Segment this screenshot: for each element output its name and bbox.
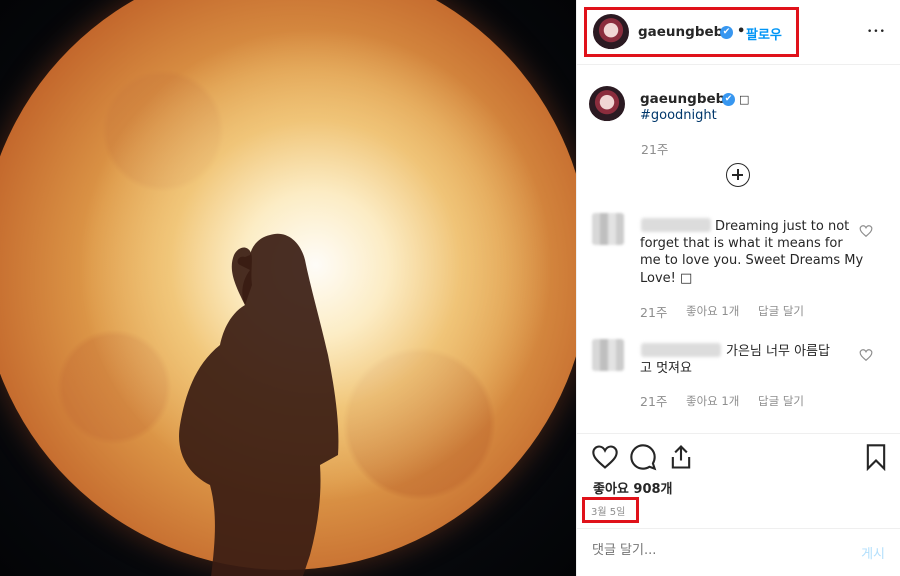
comment-text: Dreaming just to not (715, 219, 850, 234)
follow-button[interactable]: 팔로우 (746, 24, 782, 43)
heart-icon[interactable] (591, 443, 619, 471)
comment-text: 가은님 너무 아름답 (726, 344, 830, 359)
comment-bubble-icon[interactable] (629, 443, 657, 471)
add-comment-input[interactable] (592, 543, 822, 558)
comment-username-blurred[interactable] (641, 343, 721, 357)
comment-like-heart-icon[interactable] (859, 224, 873, 238)
header-username[interactable]: gaeungbebe (638, 24, 732, 40)
post-photo[interactable] (0, 0, 576, 576)
header-separator: • (737, 24, 746, 39)
comment-reply-button[interactable]: 답글 달기 (758, 303, 804, 319)
post-comment-button[interactable]: 게시 (861, 543, 885, 562)
bookmark-icon[interactable] (862, 443, 890, 471)
load-more-comments-icon[interactable] (726, 163, 750, 187)
comment-like-heart-icon[interactable] (859, 348, 873, 362)
comment-likes-count[interactable]: 좋아요 1개 (686, 303, 739, 319)
post-header: gaeungbebe ✔ • 팔로우 ••• (577, 0, 900, 65)
verified-badge-icon: ✔ (720, 26, 733, 39)
comment-time: 21주 (640, 305, 668, 320)
caption-hashtag-link[interactable]: #goodnight (640, 108, 717, 123)
action-bar-divider (577, 433, 900, 434)
more-options-icon[interactable]: ••• (867, 27, 886, 37)
comment-text: 고 멋져요 (640, 361, 692, 376)
caption-verified-badge-icon: ✔ (722, 93, 735, 106)
woman-silhouette (179, 233, 339, 576)
add-comment-bar: 게시 (577, 528, 900, 576)
comment-text: me to love you. Sweet Dreams My (640, 253, 864, 268)
post-date[interactable]: 3월 5일 (591, 503, 625, 518)
caption-avatar[interactable] (589, 86, 625, 122)
post-side-panel: gaeungbebe ✔ • 팔로우 ••• gaeungbebe ✔ □ #g… (576, 0, 900, 576)
comment-username-blurred[interactable] (641, 218, 711, 232)
comment-time: 21주 (640, 394, 668, 409)
share-icon[interactable] (667, 443, 695, 471)
caption-username[interactable]: gaeungbebe (640, 91, 734, 107)
comment-avatar[interactable] (592, 213, 624, 245)
caption-time: 21주 (641, 142, 669, 157)
comment-text: Love! □ (640, 271, 693, 286)
comment-reply-button[interactable]: 답글 달기 (758, 393, 804, 409)
likes-count[interactable]: 좋아요 908개 (593, 478, 673, 497)
comment-avatar[interactable] (592, 339, 624, 371)
profile-avatar[interactable] (593, 14, 629, 50)
comment-likes-count[interactable]: 좋아요 1개 (686, 393, 739, 409)
comment-text: forget that is what it means for (640, 236, 843, 251)
caption-emoji-box: □ (739, 93, 750, 106)
